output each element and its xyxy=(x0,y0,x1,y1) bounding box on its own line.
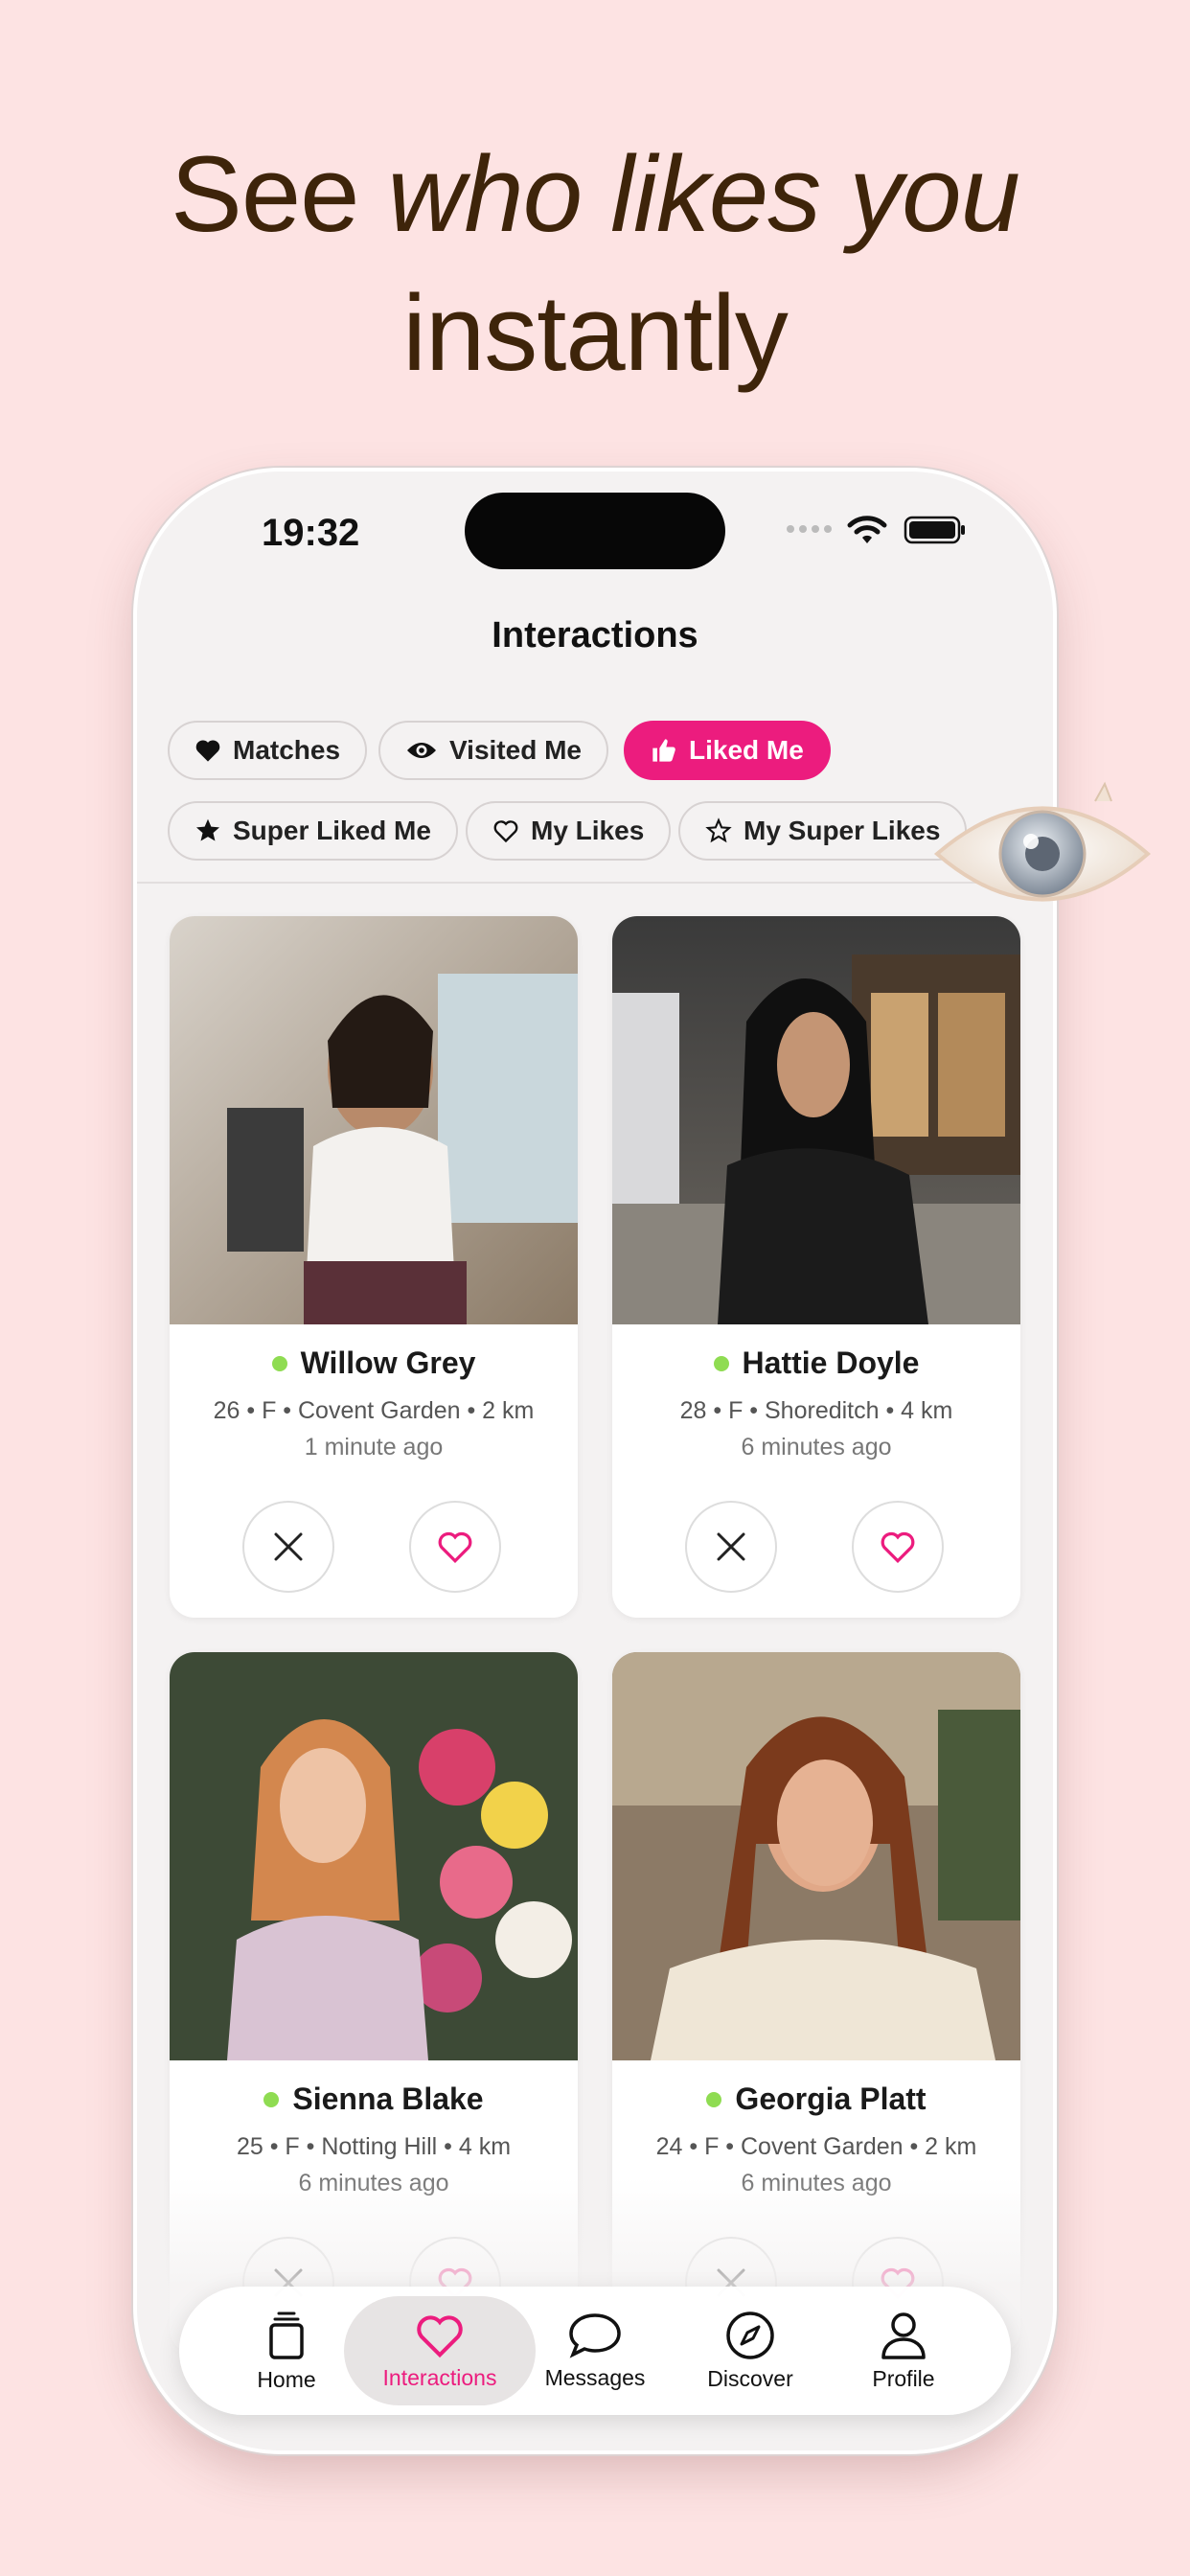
filter-chip-super-liked-me[interactable]: Super Liked Me xyxy=(168,801,458,861)
filter-chip-label: My Super Likes xyxy=(744,816,941,845)
filter-chip-my-super-likes[interactable]: My Super Likes xyxy=(678,801,968,861)
tab-label: Messages xyxy=(544,2364,646,2390)
filter-chip-label: My Likes xyxy=(531,816,645,845)
compass-icon xyxy=(726,2311,774,2359)
filter-chip-label: Matches xyxy=(233,735,341,765)
heart-outline-icon xyxy=(438,1531,472,1564)
profile-meta: 26 • F • Covent Garden • 2 km xyxy=(213,1397,535,1424)
heart-filled-icon xyxy=(195,740,220,762)
profile-meta: 28 • F • Shoreditch • 4 km xyxy=(679,1397,953,1424)
heart-outline-icon xyxy=(417,2314,463,2358)
tab-home[interactable]: Home xyxy=(210,2287,363,2415)
profile-photo[interactable] xyxy=(170,916,578,1324)
profile-meta: 25 • F • Notting Hill • 4 km xyxy=(236,2133,512,2160)
profile-photo[interactable] xyxy=(170,1652,578,2060)
profile-name: Sienna Blake xyxy=(292,2082,484,2116)
tab-discover[interactable]: Discover xyxy=(674,2287,827,2415)
profile-name-row: Willow Grey xyxy=(170,1346,578,1381)
filter-chip-matches[interactable]: Matches xyxy=(168,721,368,780)
dynamic-island xyxy=(465,493,725,569)
filter-chip-visited-me[interactable]: Visited Me xyxy=(378,721,608,780)
status-time: 19:32 xyxy=(262,512,360,554)
tab-profile[interactable]: Profile xyxy=(827,2287,980,2415)
headline-line-2: instantly xyxy=(402,273,789,393)
star-outline-icon xyxy=(705,817,732,843)
online-status-dot xyxy=(271,1355,287,1371)
like-back-button[interactable] xyxy=(409,1501,501,1593)
profile-time: 6 minutes ago xyxy=(741,1434,892,1460)
promo-headline: See who likes you instantly xyxy=(0,125,1190,402)
filter-chip-liked-me[interactable]: Liked Me xyxy=(624,721,831,780)
dismiss-button[interactable] xyxy=(685,1501,777,1593)
tab-label: Discover xyxy=(707,2365,793,2391)
profile-name: Willow Grey xyxy=(300,1346,476,1380)
like-back-button[interactable] xyxy=(852,1501,944,1593)
filter-chip-label: Liked Me xyxy=(689,735,804,765)
online-status-dot xyxy=(706,2091,722,2107)
glass-eye-icon xyxy=(933,781,1152,902)
close-icon xyxy=(717,1532,745,1561)
profile-card[interactable]: Hattie Doyle 28 • F • Shoreditch • 4 km … xyxy=(612,916,1020,1618)
profile-name-row: Georgia Platt xyxy=(612,2082,1020,2117)
profile-name-row: Sienna Blake xyxy=(170,2082,578,2117)
battery-icon xyxy=(904,516,965,544)
filter-chip-my-likes[interactable]: My Likes xyxy=(466,801,672,861)
profile-photo[interactable] xyxy=(612,1652,1020,2060)
tab-label: Home xyxy=(257,2366,316,2392)
tab-messages[interactable]: Messages xyxy=(518,2287,672,2415)
chat-bubble-icon xyxy=(569,2312,621,2358)
filter-chip-label: Super Liked Me xyxy=(233,816,431,845)
close-icon xyxy=(274,1532,303,1561)
eye-icon xyxy=(407,743,436,758)
wifi-icon xyxy=(847,516,887,543)
page-title: Interactions xyxy=(492,615,698,656)
headline-plain: See xyxy=(171,134,388,254)
headline-line-1: See who likes you xyxy=(0,125,1190,264)
filter-divider xyxy=(137,882,1053,884)
cellular-signal-icon xyxy=(787,525,832,533)
online-status-dot xyxy=(263,2091,280,2107)
tab-label: Profile xyxy=(872,2365,935,2391)
profile-card[interactable]: Willow Grey 26 • F • Covent Garden • 2 k… xyxy=(170,916,578,1618)
tab-interactions[interactable]: Interactions xyxy=(363,2287,516,2415)
profile-time: 1 minute ago xyxy=(304,1434,444,1460)
person-icon xyxy=(881,2312,926,2359)
profile-photo[interactable] xyxy=(612,916,1020,1324)
tab-label: Interactions xyxy=(382,2364,497,2390)
filter-chip-label: Visited Me xyxy=(449,735,582,765)
profile-meta: 24 • F • Covent Garden • 2 km xyxy=(655,2133,977,2160)
online-status-dot xyxy=(713,1355,729,1371)
tab-bar: Home Interactions Messages Discover Prof… xyxy=(179,2287,1011,2415)
star-filled-icon xyxy=(195,818,220,841)
profile-name: Georgia Platt xyxy=(735,2082,927,2116)
profile-name: Hattie Doyle xyxy=(742,1346,920,1380)
thumbs-up-icon xyxy=(652,739,675,762)
home-stack-icon xyxy=(269,2312,304,2359)
profile-name-row: Hattie Doyle xyxy=(612,1346,1020,1381)
headline-italic: who likes you xyxy=(387,134,1020,254)
heart-outline-icon xyxy=(493,820,518,843)
dismiss-button[interactable] xyxy=(242,1501,334,1593)
phone-frame: 19:32 Interactions Matches Visited Me Li… xyxy=(137,472,1053,2450)
heart-outline-icon xyxy=(881,1531,915,1564)
